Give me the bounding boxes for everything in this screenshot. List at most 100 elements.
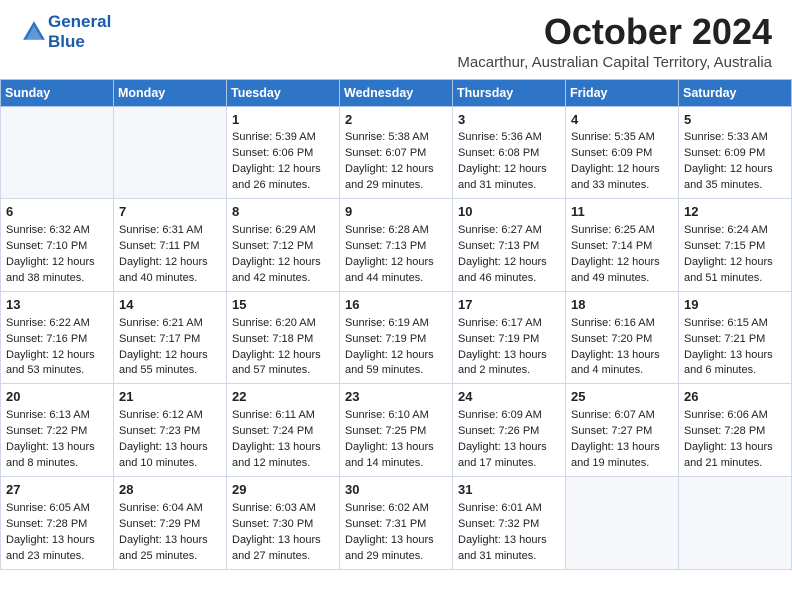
location-title: Macarthur, Australian Capital Territory,…	[457, 54, 772, 71]
month-title: October 2024	[457, 12, 772, 52]
day-number: 26	[684, 388, 786, 407]
table-row: 27Sunrise: 6:05 AM Sunset: 7:28 PM Dayli…	[1, 476, 114, 569]
day-number: 2	[345, 111, 447, 130]
calendar-week-row: 27Sunrise: 6:05 AM Sunset: 7:28 PM Dayli…	[1, 476, 792, 569]
day-number: 9	[345, 203, 447, 222]
col-tuesday: Tuesday	[227, 79, 340, 106]
table-row: 2Sunrise: 5:38 AM Sunset: 6:07 PM Daylig…	[340, 106, 453, 199]
table-row: 17Sunrise: 6:17 AM Sunset: 7:19 PM Dayli…	[453, 291, 566, 384]
day-info: Sunrise: 6:06 AM Sunset: 7:28 PM Dayligh…	[684, 408, 786, 472]
logo-blue: Blue	[48, 32, 111, 52]
day-info: Sunrise: 6:25 AM Sunset: 7:14 PM Dayligh…	[571, 223, 673, 287]
col-sunday: Sunday	[1, 79, 114, 106]
table-row: 29Sunrise: 6:03 AM Sunset: 7:30 PM Dayli…	[227, 476, 340, 569]
day-info: Sunrise: 6:21 AM Sunset: 7:17 PM Dayligh…	[119, 316, 221, 380]
table-row: 20Sunrise: 6:13 AM Sunset: 7:22 PM Dayli…	[1, 384, 114, 477]
day-info: Sunrise: 6:11 AM Sunset: 7:24 PM Dayligh…	[232, 408, 334, 472]
table-row: 13Sunrise: 6:22 AM Sunset: 7:16 PM Dayli…	[1, 291, 114, 384]
table-row: 15Sunrise: 6:20 AM Sunset: 7:18 PM Dayli…	[227, 291, 340, 384]
calendar-week-row: 20Sunrise: 6:13 AM Sunset: 7:22 PM Dayli…	[1, 384, 792, 477]
day-number: 3	[458, 111, 560, 130]
table-row	[1, 106, 114, 199]
logo-icon	[20, 18, 48, 46]
table-row: 11Sunrise: 6:25 AM Sunset: 7:14 PM Dayli…	[566, 199, 679, 292]
day-info: Sunrise: 6:01 AM Sunset: 7:32 PM Dayligh…	[458, 501, 560, 565]
day-number: 13	[6, 296, 108, 315]
day-number: 8	[232, 203, 334, 222]
table-row: 28Sunrise: 6:04 AM Sunset: 7:29 PM Dayli…	[114, 476, 227, 569]
day-number: 12	[684, 203, 786, 222]
day-number: 21	[119, 388, 221, 407]
day-number: 4	[571, 111, 673, 130]
day-info: Sunrise: 6:24 AM Sunset: 7:15 PM Dayligh…	[684, 223, 786, 287]
col-friday: Friday	[566, 79, 679, 106]
day-info: Sunrise: 6:12 AM Sunset: 7:23 PM Dayligh…	[119, 408, 221, 472]
day-info: Sunrise: 6:31 AM Sunset: 7:11 PM Dayligh…	[119, 223, 221, 287]
day-info: Sunrise: 6:13 AM Sunset: 7:22 PM Dayligh…	[6, 408, 108, 472]
table-row: 23Sunrise: 6:10 AM Sunset: 7:25 PM Dayli…	[340, 384, 453, 477]
day-info: Sunrise: 6:29 AM Sunset: 7:12 PM Dayligh…	[232, 223, 334, 287]
day-number: 1	[232, 111, 334, 130]
day-number: 18	[571, 296, 673, 315]
day-number: 30	[345, 481, 447, 500]
day-number: 24	[458, 388, 560, 407]
day-info: Sunrise: 6:17 AM Sunset: 7:19 PM Dayligh…	[458, 316, 560, 380]
day-info: Sunrise: 5:36 AM Sunset: 6:08 PM Dayligh…	[458, 130, 560, 194]
logo-general: General	[48, 12, 111, 32]
day-number: 17	[458, 296, 560, 315]
page-header: General Blue October 2024 Macarthur, Aus…	[0, 0, 792, 75]
day-info: Sunrise: 5:33 AM Sunset: 6:09 PM Dayligh…	[684, 130, 786, 194]
day-number: 22	[232, 388, 334, 407]
table-row: 4Sunrise: 5:35 AM Sunset: 6:09 PM Daylig…	[566, 106, 679, 199]
table-row: 26Sunrise: 6:06 AM Sunset: 7:28 PM Dayli…	[679, 384, 792, 477]
day-info: Sunrise: 6:05 AM Sunset: 7:28 PM Dayligh…	[6, 501, 108, 565]
day-number: 5	[684, 111, 786, 130]
col-monday: Monday	[114, 79, 227, 106]
day-number: 15	[232, 296, 334, 315]
table-row: 10Sunrise: 6:27 AM Sunset: 7:13 PM Dayli…	[453, 199, 566, 292]
table-row: 9Sunrise: 6:28 AM Sunset: 7:13 PM Daylig…	[340, 199, 453, 292]
day-number: 31	[458, 481, 560, 500]
day-number: 27	[6, 481, 108, 500]
day-info: Sunrise: 6:32 AM Sunset: 7:10 PM Dayligh…	[6, 223, 108, 287]
day-number: 14	[119, 296, 221, 315]
day-info: Sunrise: 6:07 AM Sunset: 7:27 PM Dayligh…	[571, 408, 673, 472]
table-row: 30Sunrise: 6:02 AM Sunset: 7:31 PM Dayli…	[340, 476, 453, 569]
table-row: 8Sunrise: 6:29 AM Sunset: 7:12 PM Daylig…	[227, 199, 340, 292]
day-info: Sunrise: 6:04 AM Sunset: 7:29 PM Dayligh…	[119, 501, 221, 565]
table-row: 19Sunrise: 6:15 AM Sunset: 7:21 PM Dayli…	[679, 291, 792, 384]
calendar-week-row: 1Sunrise: 5:39 AM Sunset: 6:06 PM Daylig…	[1, 106, 792, 199]
day-info: Sunrise: 5:39 AM Sunset: 6:06 PM Dayligh…	[232, 130, 334, 194]
logo: General Blue	[20, 12, 111, 51]
table-row	[114, 106, 227, 199]
table-row: 18Sunrise: 6:16 AM Sunset: 7:20 PM Dayli…	[566, 291, 679, 384]
day-number: 28	[119, 481, 221, 500]
col-saturday: Saturday	[679, 79, 792, 106]
col-wednesday: Wednesday	[340, 79, 453, 106]
day-info: Sunrise: 6:09 AM Sunset: 7:26 PM Dayligh…	[458, 408, 560, 472]
table-row	[679, 476, 792, 569]
table-row: 3Sunrise: 5:36 AM Sunset: 6:08 PM Daylig…	[453, 106, 566, 199]
day-number: 10	[458, 203, 560, 222]
table-row: 12Sunrise: 6:24 AM Sunset: 7:15 PM Dayli…	[679, 199, 792, 292]
table-row: 5Sunrise: 5:33 AM Sunset: 6:09 PM Daylig…	[679, 106, 792, 199]
table-row: 25Sunrise: 6:07 AM Sunset: 7:27 PM Dayli…	[566, 384, 679, 477]
col-thursday: Thursday	[453, 79, 566, 106]
table-row: 31Sunrise: 6:01 AM Sunset: 7:32 PM Dayli…	[453, 476, 566, 569]
day-number: 20	[6, 388, 108, 407]
day-number: 6	[6, 203, 108, 222]
calendar-week-row: 6Sunrise: 6:32 AM Sunset: 7:10 PM Daylig…	[1, 199, 792, 292]
day-number: 25	[571, 388, 673, 407]
day-info: Sunrise: 6:19 AM Sunset: 7:19 PM Dayligh…	[345, 316, 447, 380]
day-info: Sunrise: 6:20 AM Sunset: 7:18 PM Dayligh…	[232, 316, 334, 380]
day-info: Sunrise: 6:27 AM Sunset: 7:13 PM Dayligh…	[458, 223, 560, 287]
day-info: Sunrise: 6:10 AM Sunset: 7:25 PM Dayligh…	[345, 408, 447, 472]
day-info: Sunrise: 6:22 AM Sunset: 7:16 PM Dayligh…	[6, 316, 108, 380]
day-number: 19	[684, 296, 786, 315]
day-number: 16	[345, 296, 447, 315]
day-number: 23	[345, 388, 447, 407]
day-info: Sunrise: 6:03 AM Sunset: 7:30 PM Dayligh…	[232, 501, 334, 565]
day-number: 11	[571, 203, 673, 222]
table-row: 21Sunrise: 6:12 AM Sunset: 7:23 PM Dayli…	[114, 384, 227, 477]
logo-text: General Blue	[48, 12, 111, 51]
